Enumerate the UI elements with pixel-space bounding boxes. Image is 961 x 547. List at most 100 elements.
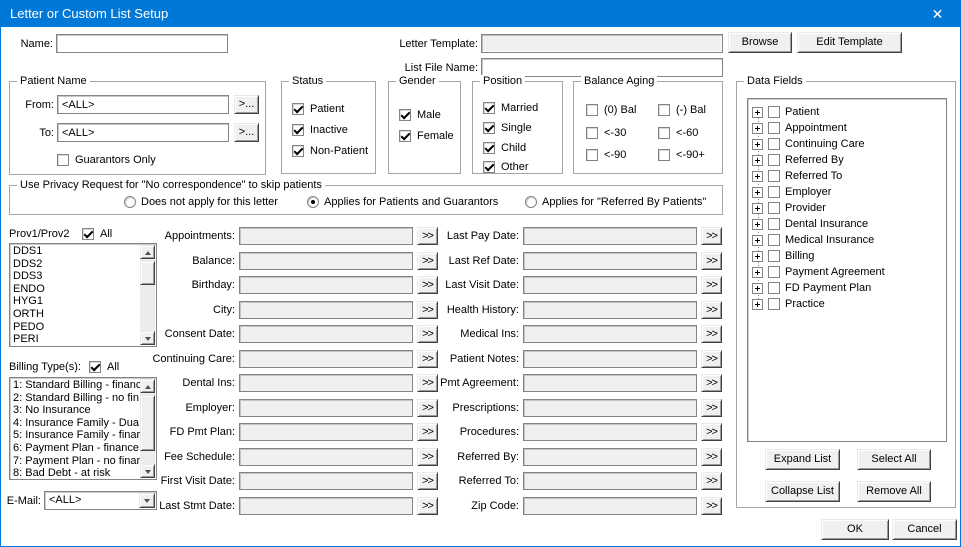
tree-item-label: Appointment	[785, 122, 847, 134]
to-input[interactable]	[57, 123, 229, 142]
tree-item-label: Patient	[785, 106, 819, 118]
select-all-button[interactable]: Select All	[857, 449, 931, 470]
status-group-title: Status	[289, 75, 326, 88]
tree-item-label: Employer	[785, 186, 831, 198]
cancel-button[interactable]: Cancel	[892, 519, 957, 540]
filter-expand-button[interactable]: >>	[701, 350, 722, 368]
filter-expand-button[interactable]: >>	[701, 325, 722, 343]
tree-item-fd-payment-plan[interactable]: FD Payment Plan	[750, 280, 944, 296]
balance-negbal-checkbox[interactable]: (-) Bal	[658, 103, 706, 116]
balance-30-checkbox[interactable]: <-30	[586, 126, 626, 139]
filter-value-field	[523, 472, 697, 490]
close-icon[interactable]: ✕	[915, 1, 960, 27]
tree-item-label: Continuing Care	[785, 138, 865, 150]
position-married-checkbox[interactable]: Married	[483, 101, 538, 114]
to-picker-button[interactable]: >...	[234, 123, 259, 142]
expand-plus-icon[interactable]	[752, 219, 763, 230]
filter-expand-button[interactable]: >>	[701, 374, 722, 392]
tree-item-continuing-care[interactable]: Continuing Care	[750, 136, 944, 152]
tree-item-practice[interactable]: Practice	[750, 296, 944, 312]
radio-icon	[124, 196, 136, 208]
tree-item-provider[interactable]: Provider	[750, 200, 944, 216]
balance-60-checkbox[interactable]: <-60	[658, 126, 698, 139]
expand-plus-icon[interactable]	[752, 203, 763, 214]
edit-template-button[interactable]: Edit Template	[797, 32, 902, 53]
ok-button[interactable]: OK	[821, 519, 889, 540]
filter-label: Birthday:	[69, 279, 239, 291]
tree-item-referred-by[interactable]: Referred By	[750, 152, 944, 168]
expand-plus-icon[interactable]	[752, 299, 763, 310]
tree-item-patient[interactable]: Patient	[750, 104, 944, 120]
expand-plus-icon[interactable]	[752, 107, 763, 118]
checkbox-icon	[768, 122, 780, 134]
from-input[interactable]	[57, 95, 229, 114]
expand-plus-icon[interactable]	[752, 251, 763, 262]
checkbox-label: Non-Patient	[310, 145, 368, 157]
balance-90-checkbox[interactable]: <-90	[586, 148, 626, 161]
expand-plus-icon[interactable]	[752, 235, 763, 246]
privacy-referred-by-radio[interactable]: Applies for "Referred By Patients"	[525, 196, 706, 208]
checkbox-icon	[768, 282, 780, 294]
tree-item-dental-insurance[interactable]: Dental Insurance	[750, 216, 944, 232]
filter-label: Dental Ins:	[69, 377, 239, 389]
filter-label: Balance:	[69, 255, 239, 267]
tree-item-billing[interactable]: Billing	[750, 248, 944, 264]
filter-expand-button[interactable]: >>	[701, 399, 722, 417]
filter-expand-button[interactable]: >>	[701, 301, 722, 319]
data-fields-group-title: Data Fields	[744, 75, 806, 88]
filter-expand-button[interactable]: >>	[701, 448, 722, 466]
privacy-patients-guarantors-radio[interactable]: Applies for Patients and Guarantors	[307, 196, 498, 208]
tree-item-referred-to[interactable]: Referred To	[750, 168, 944, 184]
filter-expand-button[interactable]: >>	[701, 227, 722, 245]
balance-aging-group-title: Balance Aging	[581, 75, 657, 88]
expand-plus-icon[interactable]	[752, 283, 763, 294]
collapse-list-button[interactable]: Collapse List	[765, 481, 840, 502]
filter-expand-button[interactable]: >>	[701, 497, 722, 515]
checkbox-icon	[768, 106, 780, 118]
filter-row-prescriptions: Prescriptions:>>	[353, 399, 722, 417]
tree-item-label: Provider	[785, 202, 826, 214]
browse-button[interactable]: Browse	[728, 32, 792, 53]
name-input[interactable]	[56, 34, 228, 53]
filter-expand-button[interactable]: >>	[701, 472, 722, 490]
checkbox-icon	[483, 142, 495, 154]
position-group-title: Position	[480, 75, 525, 88]
tree-item-appointment[interactable]: Appointment	[750, 120, 944, 136]
tree-item-label: FD Payment Plan	[785, 282, 871, 294]
privacy-does-not-apply-radio[interactable]: Does not apply for this letter	[124, 196, 278, 208]
filter-expand-button[interactable]: >>	[701, 423, 722, 441]
balance-90plus-checkbox[interactable]: <-90+	[658, 148, 705, 161]
filter-label: Employer:	[69, 402, 239, 414]
tree-item-employer[interactable]: Employer	[750, 184, 944, 200]
tree-item-medical-insurance[interactable]: Medical Insurance	[750, 232, 944, 248]
balance-0bal-checkbox[interactable]: (0) Bal	[586, 103, 636, 116]
filter-expand-button[interactable]: >>	[701, 276, 722, 294]
filter-label: Zip Code:	[353, 500, 523, 512]
gender-male-checkbox[interactable]: Male	[399, 108, 441, 121]
status-patient-checkbox[interactable]: Patient	[292, 102, 344, 115]
checkbox-icon	[399, 130, 411, 142]
position-single-checkbox[interactable]: Single	[483, 121, 532, 134]
tree-item-payment-agreement[interactable]: Payment Agreement	[750, 264, 944, 280]
position-other-checkbox[interactable]: Other	[483, 160, 529, 173]
guarantors-only-checkbox[interactable]: Guarantors Only	[57, 153, 156, 166]
status-inactive-checkbox[interactable]: Inactive	[292, 123, 348, 136]
expand-plus-icon[interactable]	[752, 171, 763, 182]
from-picker-button[interactable]: >...	[234, 95, 259, 114]
expand-plus-icon[interactable]	[752, 155, 763, 166]
position-child-checkbox[interactable]: Child	[483, 141, 526, 154]
gender-female-checkbox[interactable]: Female	[399, 129, 454, 142]
title-bar[interactable]: Letter or Custom List Setup ✕	[1, 1, 960, 27]
expand-plus-icon[interactable]	[752, 267, 763, 278]
remove-all-button[interactable]: Remove All	[857, 481, 931, 502]
data-fields-tree[interactable]: Patient Appointment Continuing Care Refe…	[747, 98, 947, 442]
status-non-patient-checkbox[interactable]: Non-Patient	[292, 144, 368, 157]
checkbox-icon	[768, 154, 780, 166]
expand-plus-icon[interactable]	[752, 139, 763, 150]
expand-plus-icon[interactable]	[752, 123, 763, 134]
filter-row-zip-code: Zip Code: >>	[353, 497, 722, 515]
checkbox-icon	[768, 234, 780, 246]
filter-expand-button[interactable]: >>	[701, 252, 722, 270]
expand-plus-icon[interactable]	[752, 187, 763, 198]
expand-list-button[interactable]: Expand List	[765, 449, 840, 470]
